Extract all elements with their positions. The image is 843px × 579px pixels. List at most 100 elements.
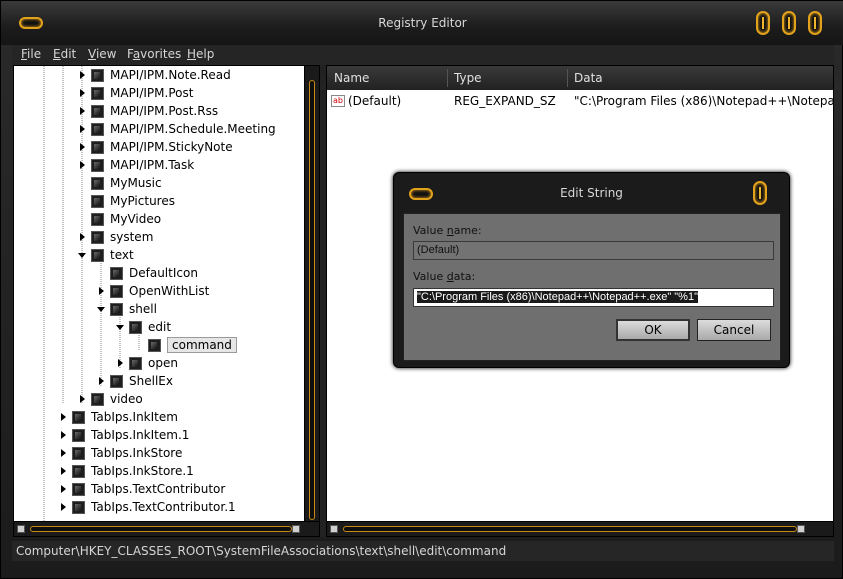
expand-arrow-icon[interactable] <box>97 287 105 295</box>
menu-view[interactable]: View <box>88 47 116 61</box>
expand-arrow-icon[interactable] <box>59 449 67 457</box>
tree-item-text[interactable]: text <box>78 246 134 264</box>
tree-item-video[interactable]: video <box>78 390 143 408</box>
folder-icon <box>72 482 85 496</box>
expand-arrow-icon[interactable] <box>78 107 86 115</box>
expand-arrow-icon[interactable] <box>78 125 86 133</box>
expand-arrow-icon[interactable] <box>78 233 86 241</box>
dialog-close-button[interactable] <box>753 181 767 205</box>
expand-arrow-icon[interactable] <box>59 413 67 421</box>
title-bar[interactable]: Registry Editor <box>1 1 843 45</box>
tree-item-tabips-inkstore-1[interactable]: TabIps.InkStore.1 <box>59 462 194 480</box>
folder-icon <box>72 410 85 424</box>
tree-vertical-scrollbar[interactable] <box>304 66 319 522</box>
folder-icon <box>72 428 85 442</box>
cancel-button[interactable]: Cancel <box>697 319 771 341</box>
tree-item-open[interactable]: open <box>116 354 178 372</box>
edit-string-dialog: Edit String Value name: (Default) Value … <box>393 172 790 368</box>
tree-item-tabips-inkitem[interactable]: TabIps.InkItem <box>59 408 178 426</box>
close-button[interactable] <box>808 11 822 35</box>
folder-icon <box>129 356 142 370</box>
tree-item-mapi-ipm-stickynote[interactable]: MAPI/IPM.StickyNote <box>78 138 233 156</box>
tree-item-mapi-ipm-post-rss[interactable]: MAPI/IPM.Post.Rss <box>78 102 218 120</box>
scroll-right-icon[interactable] <box>292 525 300 533</box>
expand-arrow-icon[interactable] <box>78 71 86 79</box>
tree-item-mapi-ipm-post[interactable]: MAPI/IPM.Post <box>78 84 193 102</box>
minimize-button[interactable] <box>756 11 770 35</box>
folder-icon <box>110 374 123 388</box>
expand-arrow-icon[interactable] <box>78 395 86 403</box>
expand-arrow-icon[interactable] <box>59 503 67 511</box>
tree-item-edit[interactable]: edit <box>116 318 171 336</box>
folder-open-icon <box>129 320 142 334</box>
tree-item-mapi-ipm-task[interactable]: MAPI/IPM.Task <box>78 156 194 174</box>
list-horizontal-scroll-thumb[interactable] <box>343 526 797 532</box>
menu-help[interactable]: Help <box>187 47 214 61</box>
scroll-left-icon[interactable] <box>17 525 25 533</box>
folder-icon <box>110 284 123 298</box>
value-data-label: Value data: <box>413 270 476 283</box>
folder-icon <box>91 176 104 190</box>
expand-arrow-icon[interactable] <box>59 431 67 439</box>
expand-arrow-icon[interactable] <box>59 485 67 493</box>
column-type-header[interactable]: Type <box>454 71 482 85</box>
tree-item-tabips-textcontributor-1[interactable]: TabIps.TextContributor.1 <box>59 498 236 516</box>
tree-item-command[interactable]: command <box>135 336 237 354</box>
value-data-input[interactable]: "C:\Program Files (x86)\Notepad++\Notepa… <box>413 288 774 307</box>
expand-arrow-icon[interactable] <box>78 89 86 97</box>
dialog-body: Value name: (Default) Value data: "C:\Pr… <box>403 213 781 361</box>
scroll-left-icon[interactable] <box>330 525 338 533</box>
maximize-button[interactable] <box>782 11 796 35</box>
tree-item-mypictures[interactable]: MyPictures <box>78 192 175 210</box>
folder-icon <box>72 446 85 460</box>
folder-icon <box>91 230 104 244</box>
tree-item-system[interactable]: system <box>78 228 153 246</box>
tree-horizontal-scroll-thumb[interactable] <box>30 526 292 532</box>
expand-arrow-icon[interactable] <box>78 143 86 151</box>
tree-item-shellex[interactable]: ShellEx <box>97 372 173 390</box>
folder-open-icon <box>110 302 123 316</box>
column-name-header[interactable]: Name <box>334 71 369 85</box>
tree-item-tabips-inkstore[interactable]: TabIps.InkStore <box>59 444 182 462</box>
tree-item-tabips-textcontributor[interactable]: TabIps.TextContributor <box>59 480 225 498</box>
folder-icon <box>91 86 104 100</box>
menu-bar: File Edit View Favorites Help <box>12 45 834 65</box>
collapse-arrow-icon[interactable] <box>78 251 86 259</box>
tree-item-myvideo[interactable]: MyVideo <box>78 210 161 228</box>
value-name-label: Value name: <box>413 224 482 237</box>
ok-button[interactable]: OK <box>616 319 690 341</box>
list-horizontal-scrollbar[interactable] <box>327 521 833 536</box>
menu-favorites[interactable]: Favorites <box>127 47 181 61</box>
menu-file[interactable]: File <box>21 47 41 61</box>
tree-item-mapi-ipm-schedule-meeting[interactable]: MAPI/IPM.Schedule.Meeting <box>78 120 276 138</box>
expand-arrow-icon[interactable] <box>116 359 124 367</box>
tree-item-tabips-inkitem-1[interactable]: TabIps.InkItem.1 <box>59 426 189 444</box>
tree-item-mapi-ipm-note-read[interactable]: MAPI/IPM.Note.Read <box>78 66 231 84</box>
dialog-title: Edit String <box>560 186 623 200</box>
column-data-header[interactable]: Data <box>574 71 603 85</box>
tree-item-shell[interactable]: shell <box>97 300 157 318</box>
registry-key-tree[interactable]: MAPI/IPM.Note.Read MAPI/IPM.Post MAPI/IP… <box>13 65 320 537</box>
collapse-arrow-icon[interactable] <box>97 305 105 313</box>
value-name-field[interactable]: (Default) <box>413 241 774 260</box>
folder-icon <box>91 122 104 136</box>
expand-arrow-icon[interactable] <box>97 377 105 385</box>
tree-item-openwithlist[interactable]: OpenWithList <box>97 282 209 300</box>
folder-icon <box>72 500 85 514</box>
folder-icon <box>91 194 104 208</box>
value-row-default[interactable]: ab (Default) REG_EXPAND_SZ "C:\Program F… <box>331 92 833 110</box>
tree-item-defaulticon[interactable]: DefaultIcon <box>97 264 198 282</box>
folder-icon <box>91 68 104 82</box>
menu-edit[interactable]: Edit <box>53 47 76 61</box>
column-divider[interactable] <box>567 69 568 87</box>
collapse-arrow-icon[interactable] <box>116 323 124 331</box>
tree-horizontal-scrollbar[interactable] <box>14 521 319 536</box>
folder-icon <box>72 464 85 478</box>
expand-arrow-icon[interactable] <box>59 467 67 475</box>
scroll-right-icon[interactable] <box>797 525 805 533</box>
string-value-icon: ab <box>331 95 345 107</box>
tree-vertical-scroll-thumb[interactable] <box>309 80 315 520</box>
column-divider[interactable] <box>447 69 448 87</box>
tree-item-mymusic[interactable]: MyMusic <box>78 174 162 192</box>
expand-arrow-icon[interactable] <box>78 161 86 169</box>
